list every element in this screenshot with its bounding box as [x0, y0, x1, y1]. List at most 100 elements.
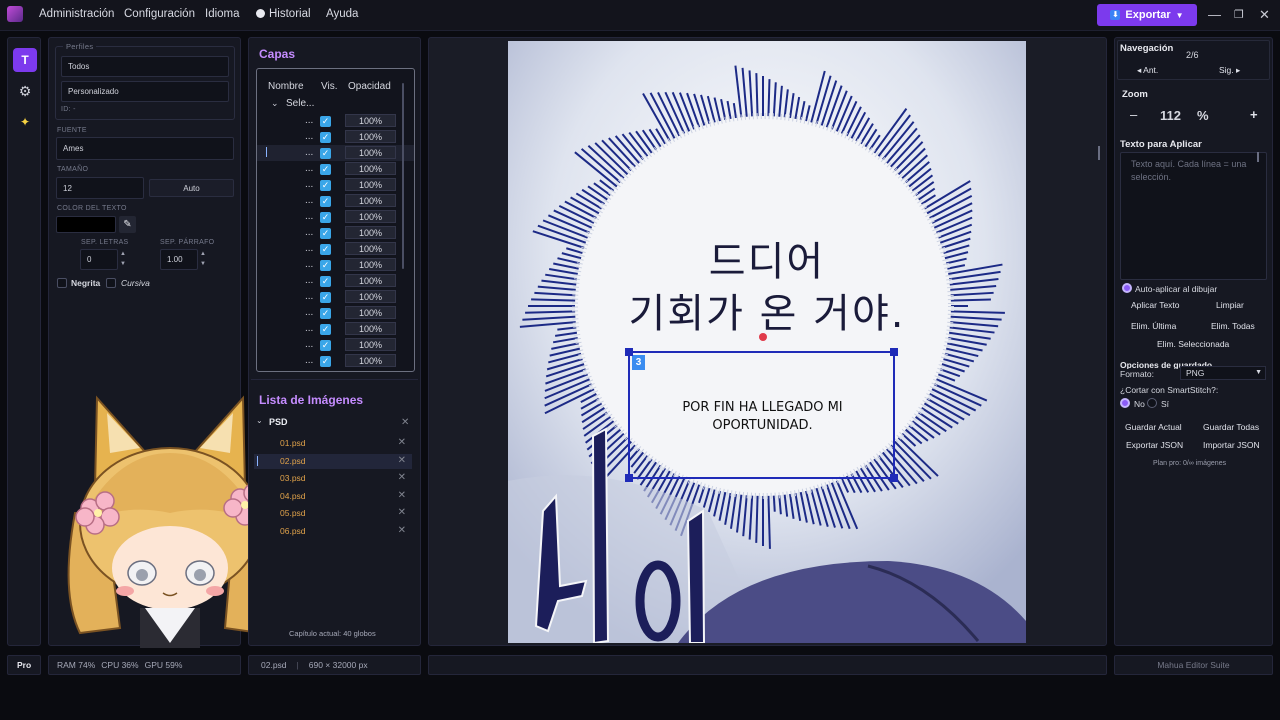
bold-checkbox[interactable]: [57, 278, 67, 288]
sparkle-icon[interactable]: ✦: [13, 110, 37, 134]
layer-row[interactable]: ... ✓ 100%: [257, 241, 414, 257]
opacity-field[interactable]: 100%: [345, 274, 396, 287]
image-file-row[interactable]: 03.psd ✕: [254, 471, 412, 486]
paragraph-spacing-stepper[interactable]: ▲ ▼: [200, 249, 206, 269]
opacity-field[interactable]: 100%: [345, 114, 396, 127]
resize-handle[interactable]: [890, 348, 898, 356]
import-json-button[interactable]: Importar JSON: [1203, 440, 1260, 450]
close-icon[interactable]: ✕: [398, 455, 406, 466]
layer-row[interactable]: ... ✓ 100%: [257, 113, 414, 129]
maximize-icon[interactable]: ❐: [1234, 8, 1244, 21]
auto-size-button[interactable]: Auto: [149, 179, 234, 197]
visibility-checkbox[interactable]: ✓: [320, 292, 331, 303]
text-color-swatch[interactable]: [56, 216, 116, 233]
visibility-checkbox[interactable]: ✓: [320, 260, 331, 271]
opacity-field[interactable]: 100%: [345, 306, 396, 319]
opacity-field[interactable]: 100%: [345, 338, 396, 351]
image-file-row[interactable]: 05.psd ✕: [254, 506, 412, 521]
image-file-row[interactable]: 04.psd ✕: [254, 489, 412, 504]
next-page-button[interactable]: Sig. ▸: [1219, 65, 1240, 76]
eyedropper-icon[interactable]: ✎: [119, 216, 136, 233]
layer-row[interactable]: ... ✓ 100%: [257, 161, 414, 177]
image-file-row[interactable]: 06.psd ✕: [254, 524, 412, 539]
opacity-field[interactable]: 100%: [345, 354, 396, 367]
close-icon[interactable]: ✕: [398, 525, 406, 536]
rotation-handle[interactable]: [759, 333, 767, 341]
menu-configuracion[interactable]: Configuración: [124, 8, 195, 20]
visibility-checkbox[interactable]: ✓: [320, 212, 331, 223]
profile-all-option[interactable]: Todos: [61, 56, 229, 77]
menu-administracion[interactable]: Administración: [39, 8, 114, 20]
delete-selected-button[interactable]: Elim. Seleccionada: [1157, 339, 1229, 349]
layer-row[interactable]: ... ✓ 100%: [257, 257, 414, 273]
layer-row[interactable]: ... ✓ 100%: [257, 129, 414, 145]
translated-text[interactable]: POR FIN HA LLEGADO MI OPORTUNIDAD.: [650, 399, 875, 435]
canvas-scroll-handle[interactable]: [1098, 146, 1100, 160]
layer-row[interactable]: ... ✓ 100%: [257, 273, 414, 289]
layer-group-label[interactable]: Sele...: [286, 98, 314, 109]
prev-page-button[interactable]: ◂ Ant.: [1137, 65, 1158, 76]
visibility-checkbox[interactable]: ✓: [320, 244, 331, 255]
close-icon[interactable]: ✕: [398, 437, 406, 448]
text-to-apply-textarea[interactable]: Texto aquí. Cada línea = una selección.: [1120, 152, 1267, 280]
visibility-checkbox[interactable]: ✓: [320, 340, 331, 351]
image-file-row[interactable]: 02.psd ✕: [254, 453, 412, 469]
zoom-in-button[interactable]: +: [1250, 107, 1258, 122]
visibility-checkbox[interactable]: ✓: [320, 308, 331, 319]
minimize-icon[interactable]: —: [1208, 7, 1221, 22]
profile-custom-option[interactable]: Personalizado: [61, 81, 229, 102]
opacity-field[interactable]: 100%: [345, 226, 396, 239]
delete-all-button[interactable]: Elim. Todas: [1211, 321, 1255, 331]
text-tool-button[interactable]: T: [13, 48, 37, 72]
letter-spacing-input[interactable]: 0: [80, 249, 118, 270]
chevron-down-icon[interactable]: ⌄: [256, 416, 263, 425]
opacity-field[interactable]: 100%: [345, 130, 396, 143]
manga-page[interactable]: 드디어 기회가 온 거야. 3 POR FIN HA LLEGADO MI OP…: [508, 41, 1026, 643]
layer-row[interactable]: ... ✓ 100%: [257, 193, 414, 209]
layer-row[interactable]: ... ✓ 100%: [257, 209, 414, 225]
menu-idioma[interactable]: Idioma: [205, 8, 240, 20]
apply-text-button[interactable]: Aplicar Texto: [1131, 300, 1180, 310]
layer-row[interactable]: ... ✓ 100%: [257, 321, 414, 337]
layers-scrollbar[interactable]: [402, 83, 404, 269]
visibility-checkbox[interactable]: ✓: [320, 324, 331, 335]
chevron-down-icon[interactable]: ⌄: [271, 98, 279, 109]
opacity-field[interactable]: 100%: [345, 194, 396, 207]
layer-row[interactable]: ... ✓ 100%: [257, 305, 414, 321]
opacity-field[interactable]: 100%: [345, 242, 396, 255]
save-current-button[interactable]: Guardar Actual: [1125, 422, 1182, 432]
zoom-value[interactable]: 112: [1160, 108, 1181, 123]
psd-group-label[interactable]: PSD: [269, 417, 288, 427]
italic-checkbox[interactable]: [106, 278, 116, 288]
close-icon[interactable]: ✕: [1259, 7, 1270, 23]
auto-apply-radio[interactable]: [1122, 283, 1132, 293]
close-icon[interactable]: ✕: [398, 507, 406, 518]
menu-historial[interactable]: Historial: [256, 8, 311, 20]
gear-icon[interactable]: ⚙: [13, 79, 37, 103]
smartstitch-no-radio[interactable]: [1120, 398, 1130, 408]
font-select[interactable]: Ames: [56, 137, 234, 160]
clear-button[interactable]: Limpiar: [1216, 300, 1244, 310]
layer-row[interactable]: ... ✓ 100%: [257, 225, 414, 241]
layer-row[interactable]: ... ✓ 100%: [257, 337, 414, 353]
visibility-checkbox[interactable]: ✓: [320, 132, 331, 143]
resize-handle[interactable]: [625, 348, 633, 356]
selection-box[interactable]: 3 POR FIN HA LLEGADO MI OPORTUNIDAD.: [625, 348, 898, 482]
visibility-checkbox[interactable]: ✓: [320, 116, 331, 127]
opacity-field[interactable]: 100%: [345, 146, 396, 159]
opacity-field[interactable]: 100%: [345, 162, 396, 175]
opacity-field[interactable]: 100%: [345, 258, 396, 271]
layer-row[interactable]: ... ✓ 100%: [257, 289, 414, 305]
opacity-field[interactable]: 100%: [345, 210, 396, 223]
close-icon[interactable]: ✕: [398, 490, 406, 501]
layer-row[interactable]: ... ✓ 100%: [257, 353, 414, 369]
paragraph-spacing-input[interactable]: 1.00: [160, 249, 198, 270]
visibility-checkbox[interactable]: ✓: [320, 148, 331, 159]
menu-ayuda[interactable]: Ayuda: [326, 8, 358, 20]
letter-spacing-stepper[interactable]: ▲ ▼: [120, 249, 126, 269]
visibility-checkbox[interactable]: ✓: [320, 276, 331, 287]
visibility-checkbox[interactable]: ✓: [320, 356, 331, 367]
visibility-checkbox[interactable]: ✓: [320, 228, 331, 239]
smartstitch-yes-radio[interactable]: [1147, 398, 1157, 408]
opacity-field[interactable]: 100%: [345, 178, 396, 191]
